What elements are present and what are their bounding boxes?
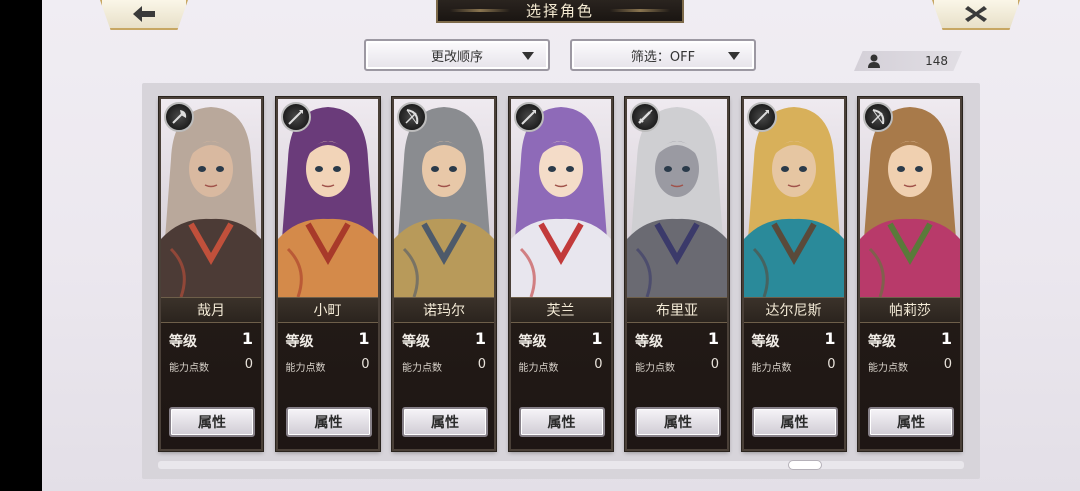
level-value: 1 (940, 329, 952, 348)
scrollbar-thumb[interactable] (788, 460, 822, 470)
sword-icon (638, 109, 653, 124)
ability-points-label: 能力点数 (169, 363, 209, 374)
character-card[interactable]: 诺玛尔 等级 1 能力点数 0 属性 (392, 97, 496, 451)
attributes-button[interactable]: 属性 (518, 407, 605, 437)
spear-icon (520, 110, 536, 125)
change-order-label: 更改顺序 (430, 49, 483, 65)
ability-points-label: 能力点数 (518, 363, 559, 374)
character-name: 芙兰 (510, 297, 611, 323)
ability-points-label: 能力点数 (402, 363, 442, 374)
weapon-type-badge (164, 102, 194, 132)
level-value: 1 (474, 329, 486, 348)
close-button[interactable] (932, 0, 1020, 30)
attributes-button[interactable]: 属性 (285, 407, 372, 437)
horizontal-scrollbar[interactable] (158, 460, 964, 470)
level-label: 等级 (402, 334, 430, 350)
back-button[interactable] (100, 0, 188, 30)
character-name: 达尔尼斯 (743, 297, 844, 323)
character-count-badge: 148 (854, 51, 962, 71)
ability-points-value: 0 (244, 357, 253, 372)
arrow-left-icon (133, 6, 155, 22)
ability-points-label: 能力点数 (868, 363, 908, 374)
spear-icon (287, 110, 303, 125)
weapon-type-badge (746, 102, 777, 132)
level-label: 等级 (285, 334, 314, 350)
spear-icon (753, 110, 769, 125)
character-select-screen: 选择角色 更改顺序 筛选：OFF 148 哉月 等级 1 能力点数 0 属性 小… (42, 0, 1080, 491)
bow-icon (405, 109, 419, 125)
ability-points-label: 能力点数 (285, 363, 326, 374)
character-card[interactable]: 帕莉莎 等级 1 能力点数 0 属性 (858, 97, 962, 451)
attributes-button[interactable]: 属性 (635, 407, 721, 437)
bow-icon (871, 109, 885, 125)
character-stats: 等级 1 能力点数 0 属性 (743, 323, 844, 449)
level-value: 1 (824, 329, 836, 348)
ability-points-value: 0 (943, 357, 952, 372)
character-card[interactable]: 哉月 等级 1 能力点数 0 属性 (159, 97, 263, 451)
character-name: 小町 (277, 297, 378, 323)
character-card-panel: 哉月 等级 1 能力点数 0 属性 小町 等级 1 能力点数 0 属性 诺玛尔 … (142, 83, 980, 479)
character-stats: 等级 1 能力点数 0 属性 (510, 323, 611, 449)
filter-dropdown[interactable]: 筛选：OFF (570, 39, 756, 71)
character-stats: 等级 1 能力点数 0 属性 (161, 323, 261, 449)
weapon-type-badge (513, 102, 544, 132)
character-name: 布里亚 (627, 297, 727, 323)
weapon-type-badge (630, 102, 660, 132)
ability-points-value: 0 (594, 357, 603, 372)
level-value: 1 (358, 329, 370, 348)
character-count: 148 (925, 54, 948, 68)
ability-points-value: 0 (827, 357, 836, 372)
chevron-down-icon (522, 52, 534, 60)
filter-label: 筛选：OFF (630, 49, 696, 65)
character-name: 诺玛尔 (394, 297, 494, 323)
ability-points-value: 0 (710, 357, 719, 372)
level-label: 等级 (868, 334, 896, 350)
ability-points-value: 0 (477, 357, 486, 372)
level-label: 等级 (635, 334, 663, 350)
character-stats: 等级 1 能力点数 0 属性 (627, 323, 727, 449)
attributes-button[interactable]: 属性 (169, 407, 255, 437)
attributes-button[interactable]: 属性 (751, 407, 838, 437)
left-letterbox (0, 0, 42, 491)
level-value: 1 (241, 329, 253, 348)
character-card[interactable]: 达尔尼斯 等级 1 能力点数 0 属性 (741, 97, 846, 451)
level-label: 等级 (751, 334, 780, 350)
level-value: 1 (707, 329, 719, 348)
ability-points-label: 能力点数 (635, 363, 675, 374)
attributes-button[interactable]: 属性 (868, 407, 954, 437)
level-label: 等级 (518, 334, 547, 350)
chevron-down-icon (728, 52, 740, 60)
weapon-type-badge (280, 102, 311, 132)
character-card[interactable]: 芙兰 等级 1 能力点数 0 属性 (508, 97, 613, 451)
ability-points-label: 能力点数 (751, 363, 792, 374)
attributes-button[interactable]: 属性 (402, 407, 488, 437)
character-stats: 等级 1 能力点数 0 属性 (860, 323, 960, 449)
user-icon (868, 54, 880, 68)
axe-icon (172, 110, 187, 124)
character-name: 帕莉莎 (860, 297, 960, 323)
level-label: 等级 (169, 334, 197, 350)
close-x-icon (965, 6, 987, 22)
ability-points-value: 0 (361, 357, 370, 372)
character-name: 哉月 (161, 297, 261, 323)
weapon-type-badge (863, 102, 893, 132)
character-stats: 等级 1 能力点数 0 属性 (394, 323, 494, 449)
weapon-type-badge (397, 102, 427, 132)
character-card[interactable]: 小町 等级 1 能力点数 0 属性 (275, 97, 380, 451)
character-card[interactable]: 布里亚 等级 1 能力点数 0 属性 (625, 97, 729, 451)
character-stats: 等级 1 能力点数 0 属性 (277, 323, 378, 449)
change-order-dropdown[interactable]: 更改顺序 (364, 39, 550, 71)
page-title: 选择角色 (436, 0, 684, 23)
level-value: 1 (591, 329, 603, 348)
